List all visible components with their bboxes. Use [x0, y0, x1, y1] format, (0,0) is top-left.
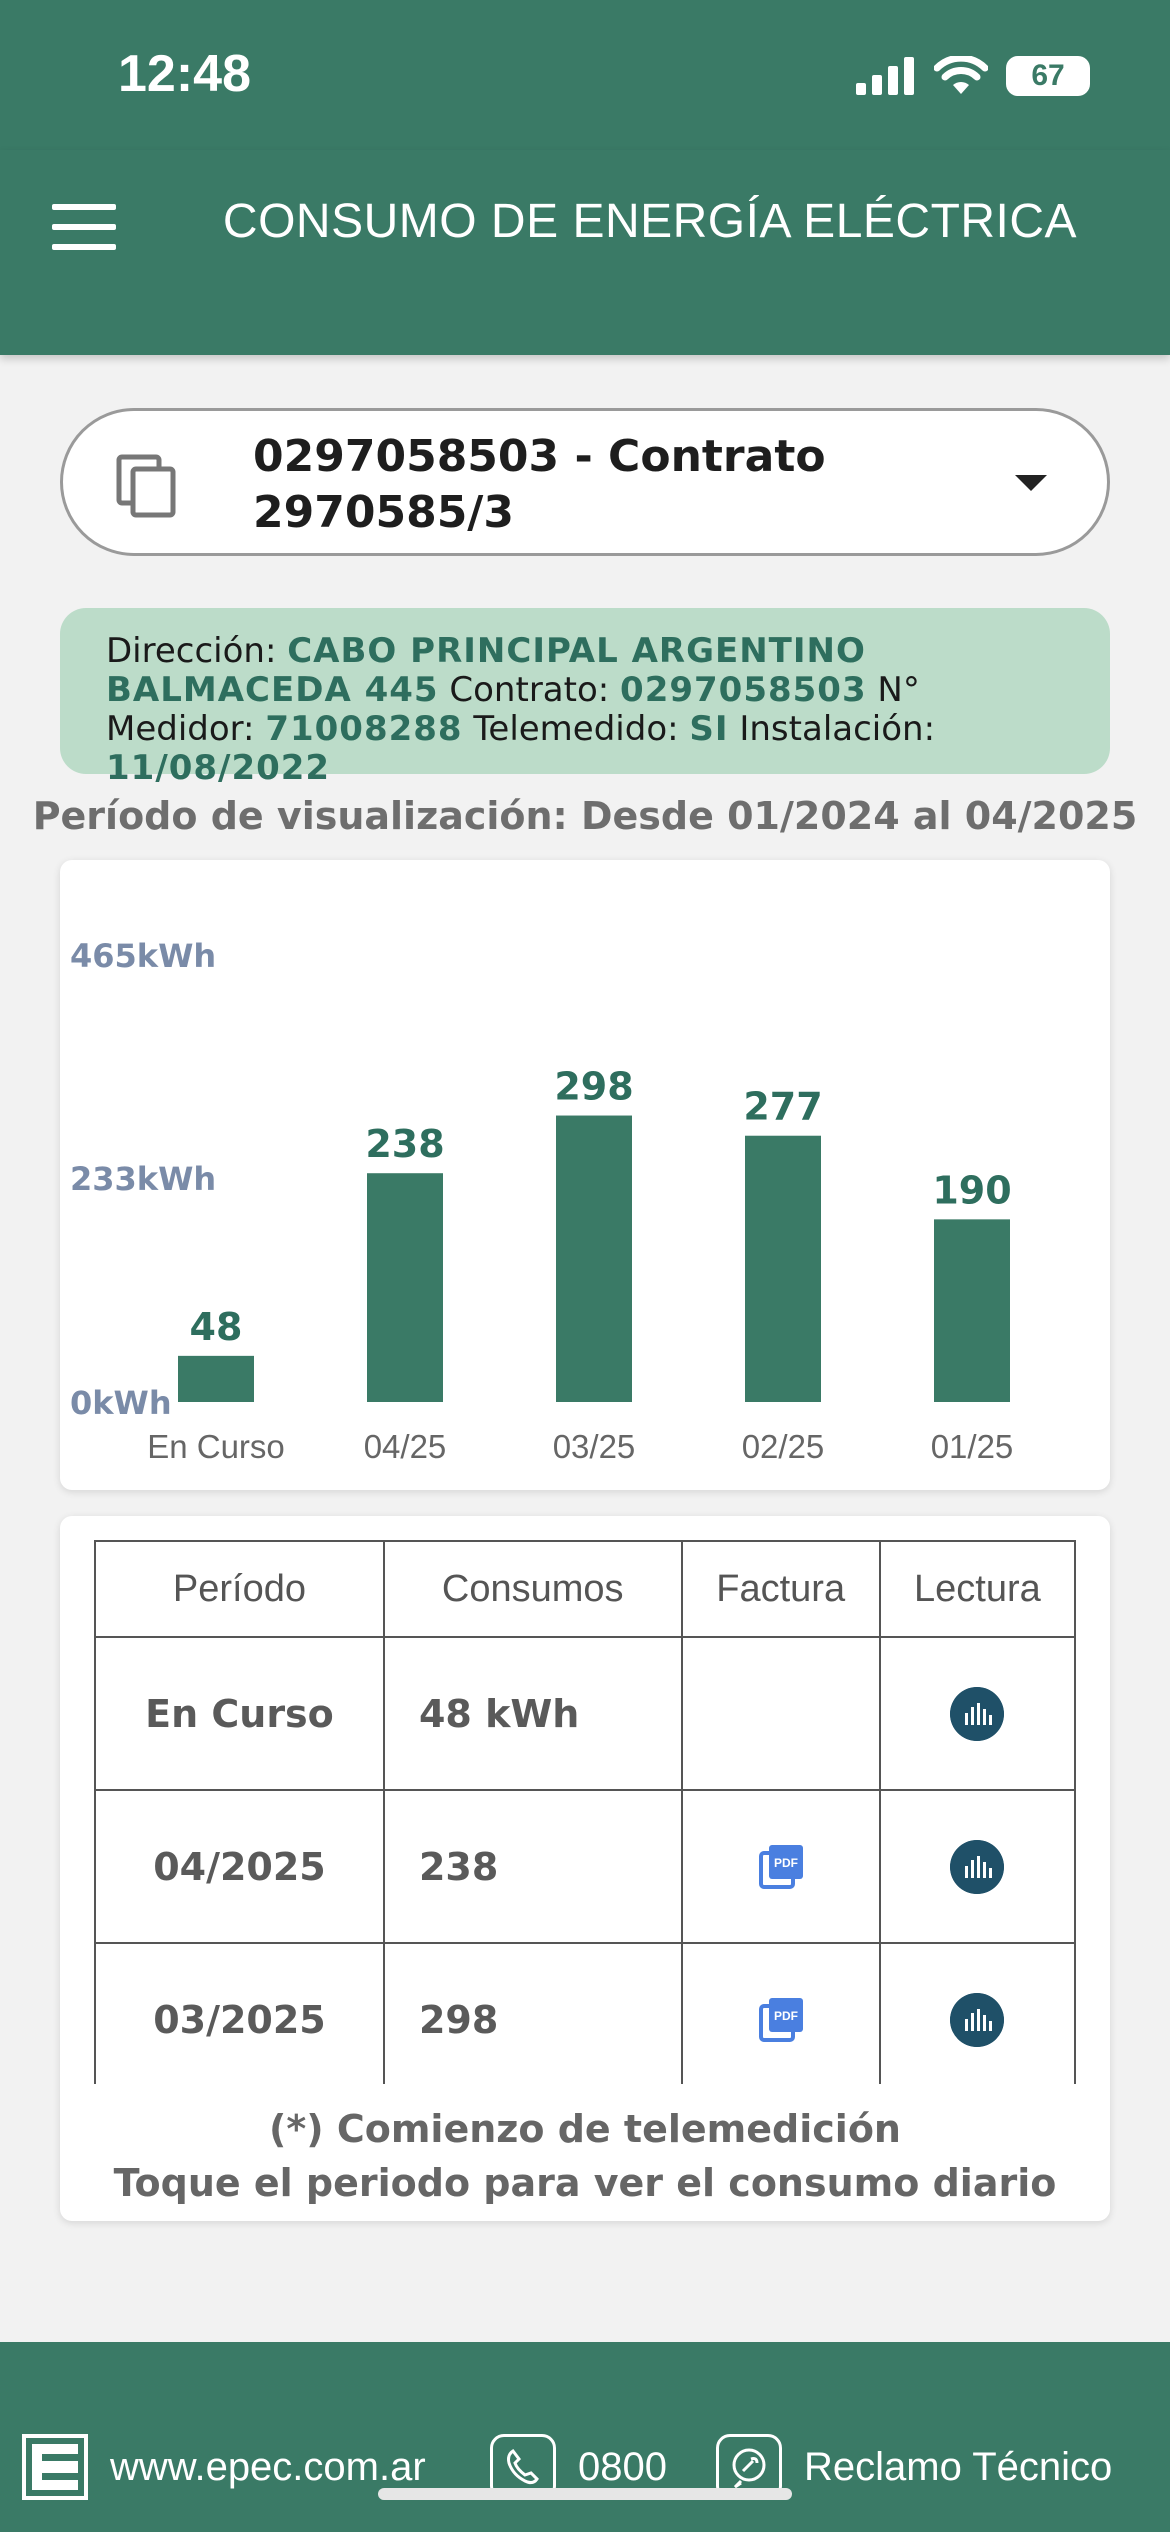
bar-value-label: 238	[365, 1122, 444, 1166]
chart-bar[interactable]	[556, 1115, 632, 1402]
consumption-table-card: Período Consumos Factura Lectura En Curs…	[60, 1516, 1110, 2221]
bar-value-label: 277	[743, 1085, 822, 1129]
app-header: CONSUMO DE ENERGÍA ELÉCTRICA	[0, 150, 1170, 355]
status-bar: 12:48 67	[0, 0, 1170, 150]
wifi-icon	[934, 56, 988, 94]
row-factura	[680, 1636, 881, 1791]
contract-value: 0297058503 - Contrato 2970585/3	[253, 429, 1033, 541]
status-time: 12:48	[118, 45, 251, 103]
copy-icon[interactable]	[115, 453, 179, 519]
row-consumo: 298	[382, 1942, 683, 2084]
consumption-table: Período Consumos Factura Lectura En Curs…	[94, 1540, 1077, 2084]
consumption-chart: 465kWh 233kWh 0kWh 48 En Curso 238 04/25 298 03/…	[60, 860, 1110, 1490]
x-tick-label: 01/25	[931, 1428, 1014, 1465]
contract-line-1: 0297058503 - Contrato	[253, 431, 826, 482]
bar-value-label: 48	[190, 1305, 243, 1349]
row-lectura	[878, 1789, 1077, 1944]
signal-icon	[856, 57, 914, 95]
header-lectura: Lectura	[878, 1540, 1077, 1638]
row-factura: PDF	[680, 1942, 881, 2084]
x-tick-label: En Curso	[147, 1428, 285, 1465]
chevron-down-icon[interactable]	[1015, 475, 1047, 491]
contrato-value: 0297058503	[620, 670, 867, 710]
home-indicator[interactable]	[378, 2488, 792, 2500]
bar-chart-icon[interactable]	[950, 1992, 1005, 2047]
instalacion-label: Instalación:	[739, 709, 936, 749]
medidor-value: 71008288	[265, 709, 463, 749]
chart-bar[interactable]	[367, 1173, 443, 1402]
chart-bar[interactable]	[178, 1355, 254, 1402]
header-periodo: Período	[94, 1540, 385, 1638]
header-consumos: Consumos	[382, 1540, 683, 1638]
row-consumo: 48 kWh	[382, 1636, 683, 1791]
x-tick-label: 03/25	[553, 1428, 636, 1465]
svg-text:PDF: PDF	[774, 1856, 798, 1870]
header-factura: Factura	[680, 1540, 881, 1638]
website-link[interactable]: www.epec.com.ar	[22, 2434, 426, 2500]
y-tick-label: 233kWh	[70, 1160, 216, 1198]
y-tick-label: 0kWh	[70, 1384, 172, 1422]
chart-svg: 465kWh 233kWh 0kWh 48 En Curso 238 04/25 298 03/…	[70, 937, 1014, 1465]
phone-text: 0800	[578, 2444, 667, 2489]
table-scroll-area[interactable]: Período Consumos Factura Lectura En Curs…	[60, 1516, 1110, 2084]
footer: www.epec.com.ar 0800 Reclamo Técnico	[0, 2342, 1170, 2532]
note-telemedicion: (*) Comienzo de telemedición	[269, 2107, 901, 2151]
chart-bar[interactable]	[934, 1219, 1010, 1402]
row-period[interactable]: En Curso	[94, 1636, 385, 1791]
pdf-icon[interactable]: PDF	[757, 1996, 805, 2044]
bar-value-label: 298	[554, 1065, 633, 1109]
status-icons: 67	[856, 56, 1090, 96]
svg-text:PDF: PDF	[774, 2009, 798, 2023]
pdf-icon[interactable]: PDF	[757, 1843, 805, 1891]
direccion-label: Dirección:	[106, 631, 277, 671]
bar-chart-icon[interactable]	[950, 1686, 1005, 1741]
bar-value-label: 190	[932, 1168, 1011, 1212]
row-consumo: 238	[382, 1789, 683, 1944]
reclamo-text: Reclamo Técnico	[804, 2444, 1113, 2489]
epec-logo-icon	[22, 2434, 88, 2500]
battery-icon: 67	[1006, 56, 1090, 96]
website-text: www.epec.com.ar	[110, 2444, 426, 2489]
table-notes: (*) Comienzo de telemedición Toque el pe…	[60, 2102, 1110, 2210]
row-period[interactable]: 04/2025	[94, 1789, 385, 1944]
instalacion-value: 11/08/2022	[106, 748, 331, 788]
row-lectura	[878, 1636, 1077, 1791]
page-title: CONSUMO DE ENERGÍA ELÉCTRICA	[222, 195, 1078, 248]
period-label: Período de visualización: Desde 01/2024 …	[32, 794, 1138, 838]
row-period[interactable]: 03/2025	[94, 1942, 385, 2084]
row-lectura	[878, 1942, 1077, 2084]
bar-chart-icon[interactable]	[950, 1839, 1005, 1894]
row-factura: PDF	[680, 1789, 881, 1944]
contract-select[interactable]: 0297058503 - Contrato 2970585/3	[60, 408, 1110, 556]
table-row[interactable]: 03/2025 298 PDF	[94, 1942, 1077, 2084]
chart-bar[interactable]	[745, 1135, 821, 1402]
telemedido-label: Telemedido:	[473, 709, 679, 749]
table-row[interactable]: 04/2025 238 PDF	[94, 1789, 1077, 1944]
x-tick-label: 04/25	[364, 1428, 447, 1465]
contrato-label: Contrato:	[449, 670, 610, 710]
y-tick-label: 465kWh	[70, 937, 216, 975]
contract-line-2: 2970585/3	[253, 487, 514, 538]
table-header-row: Período Consumos Factura Lectura	[94, 1540, 1077, 1638]
x-tick-label: 02/25	[742, 1428, 825, 1465]
telemedido-value: SI	[689, 709, 729, 749]
contract-info-box: Dirección: CABO PRINCIPAL ARGENTINO BALM…	[60, 608, 1110, 788]
note-daily-hint: Toque el periodo para ver el consumo dia…	[113, 2161, 1057, 2205]
table-row[interactable]: En Curso 48 kWh	[94, 1636, 1077, 1791]
